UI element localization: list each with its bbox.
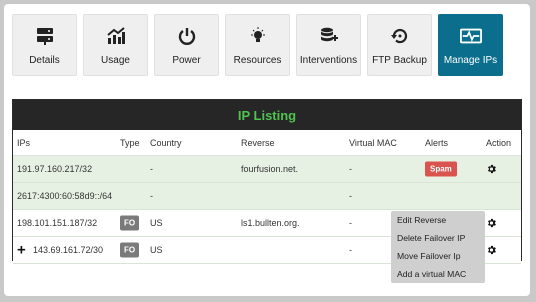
server-icon — [34, 25, 56, 47]
tab-interventions[interactable]: Interventions — [296, 14, 361, 76]
table-row: 2617:4300:60:58d9::/64 - - — [13, 183, 521, 210]
tab-bar: Details Usage Power Resources Interventi… — [12, 14, 503, 78]
tab-label: Manage IPs — [443, 55, 498, 66]
menu-item-add-virtual-mac[interactable]: Add a virtual MAC — [391, 265, 485, 283]
virtual-mac: - — [349, 218, 352, 228]
virtual-mac: - — [349, 245, 352, 255]
table-header: IPs Type Country Reverse Virtual MAC Ale… — [13, 130, 521, 156]
failover-badge: FO — [120, 215, 140, 231]
ip-address: 198.101.151.187/32 — [17, 218, 98, 228]
spam-badge: Spam — [425, 161, 457, 177]
ip-address: 191.97.160.217/32 — [17, 164, 93, 174]
tab-usage[interactable]: Usage — [83, 14, 148, 76]
gear-icon[interactable] — [486, 164, 497, 175]
reverse: ls1.bullten.org. — [241, 218, 300, 228]
tab-label: Interventions — [299, 55, 358, 66]
expand-button[interactable]: + — [17, 242, 26, 259]
country: - — [150, 191, 153, 201]
country: - — [150, 164, 153, 174]
tab-power[interactable]: Power — [154, 14, 219, 76]
failover-badge: FO — [120, 242, 140, 258]
tab-label: Power — [172, 55, 201, 66]
tab-manage-ips[interactable]: Manage IPs — [438, 14, 503, 76]
chart-icon — [105, 25, 127, 47]
ip-address: 143.69.161.72/30 — [33, 245, 104, 255]
restore-icon — [389, 25, 411, 47]
virtual-mac: - — [349, 164, 352, 174]
column-header-type: Type — [120, 137, 140, 148]
virtual-mac: - — [349, 191, 352, 201]
tab-ftp-backup[interactable]: FTP Backup — [367, 14, 432, 76]
gear-icon[interactable] — [486, 245, 497, 256]
tab-label: Usage — [101, 55, 130, 66]
gear-icon[interactable] — [486, 218, 497, 229]
country: US — [150, 245, 163, 255]
tab-label: Resources — [233, 55, 282, 66]
context-menu: Edit Reverse Delete Failover IP Move Fai… — [391, 211, 485, 283]
pulse-icon — [459, 25, 482, 47]
column-header-ips: IPs — [17, 137, 31, 148]
tab-label: FTP Backup — [372, 55, 427, 66]
power-icon — [176, 25, 198, 47]
panel-title: IP Listing — [13, 100, 521, 130]
menu-item-delete-failover-ip[interactable]: Delete Failover IP — [391, 229, 485, 247]
menu-item-edit-reverse[interactable]: Edit Reverse — [391, 211, 485, 229]
lightbulb-icon — [247, 25, 269, 47]
column-header-country: Country — [150, 137, 182, 148]
tab-label: Details — [29, 55, 60, 66]
tab-details[interactable]: Details — [12, 14, 77, 76]
column-header-action: Action — [486, 137, 512, 148]
column-header-virtual-mac: Virtual MAC — [349, 137, 397, 148]
column-header-alerts: Alerts — [425, 137, 449, 148]
table-row: 191.97.160.217/32 - fourfusion.net. - Sp… — [13, 156, 521, 183]
column-header-reverse: Reverse — [241, 137, 275, 148]
ip-address: 2617:4300:60:58d9::/64 — [17, 191, 113, 201]
country: US — [150, 218, 163, 228]
database-add-icon — [318, 25, 340, 47]
reverse: fourfusion.net. — [241, 164, 299, 174]
tab-resources[interactable]: Resources — [225, 14, 290, 76]
menu-item-move-failover-ip[interactable]: Move Failover Ip — [391, 247, 485, 265]
